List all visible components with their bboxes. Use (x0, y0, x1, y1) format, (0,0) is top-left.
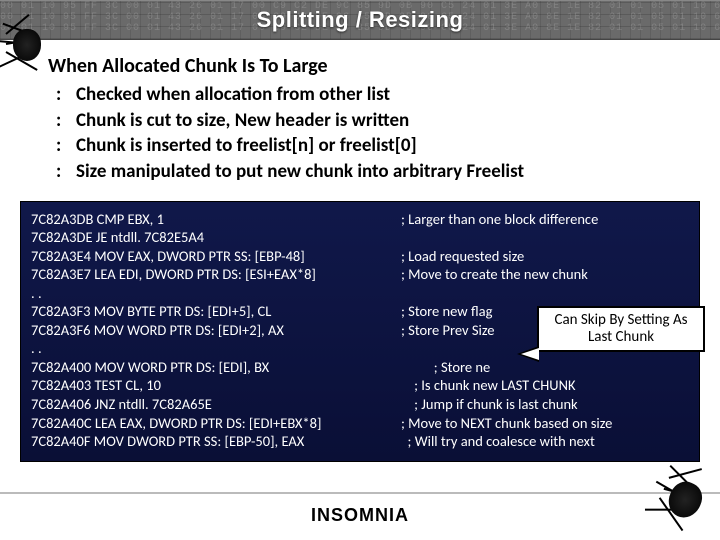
footer-divider (0, 492, 720, 494)
code-row: 7C82A406 JNZ ntdll. 7C82A65E ; Jump if c… (31, 395, 689, 414)
list-item: Chunk is cut to size, New header is writ… (56, 108, 692, 134)
code-row: 7C82A3DB CMP EBX, 1; Larger than one blo… (31, 210, 689, 229)
bullet-list: Checked when allocation from other list … (48, 82, 692, 185)
slide-title: Splitting / Resizing (257, 7, 464, 33)
footer-brand: INSOMNIA (0, 505, 720, 526)
code-row: 7C82A403 TEST CL, 10 ; Is chunk new LAST… (31, 376, 689, 395)
code-row: 7C82A3DE JE ntdll. 7C82E5A4 (31, 228, 689, 247)
list-item: Chunk is inserted to freelist[n] or free… (56, 133, 692, 159)
code-row: 7C82A400 MOV WORD PTR DS: [EDI], BX ; St… (31, 358, 689, 377)
section-heading: When Allocated Chunk Is To Large (48, 54, 692, 78)
code-row: 7C82A40F MOV DWORD PTR SS: [EBP-50], EAX… (31, 432, 689, 451)
title-bar: 00 01 10 95 FF 3C 00 01 43 26 01 17 00 C… (0, 0, 720, 40)
assembly-code-block: 7C82A3DB CMP EBX, 1; Larger than one blo… (20, 201, 700, 462)
slide-body: When Allocated Chunk Is To Large Checked… (0, 40, 720, 191)
code-row: 7C82A3E7 LEA EDI, DWORD PTR DS: [ESI+EAX… (31, 265, 689, 284)
list-item: Size manipulated to put new chunk into a… (56, 159, 692, 185)
list-item: Checked when allocation from other list (56, 82, 692, 108)
code-row: 7C82A3E4 MOV EAX, DWORD PTR SS: [EBP-48]… (31, 247, 689, 266)
callout-box: Can Skip By Setting As Last Chunk (537, 306, 705, 353)
code-row: 7C82A40C LEA EAX, DWORD PTR DS: [EDI+EBX… (31, 414, 689, 433)
code-row: . . (31, 284, 689, 303)
